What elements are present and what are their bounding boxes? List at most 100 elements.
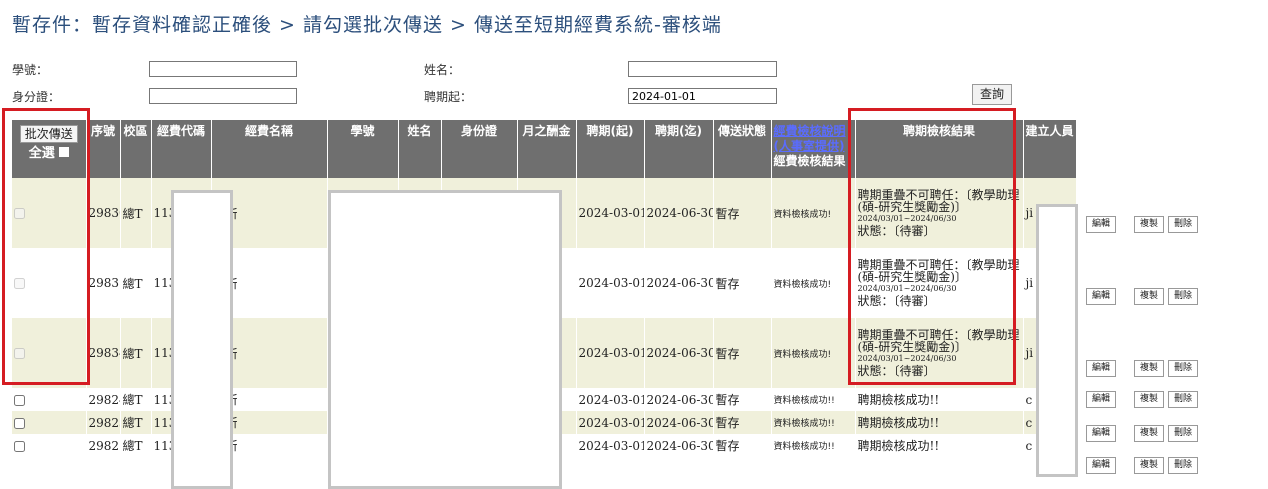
campus-cell: 總T: [120, 434, 152, 457]
hire-start-label: 聘期起：: [424, 90, 473, 104]
hire-start-cell: 2024-03-01: [576, 411, 645, 434]
edit-button[interactable]: 編輯: [1086, 457, 1117, 474]
student-id-input[interactable]: [149, 61, 297, 77]
edit-button[interactable]: 編輯: [1086, 425, 1117, 442]
delete-button[interactable]: 刪除: [1168, 457, 1199, 474]
delete-button[interactable]: 刪除: [1168, 288, 1199, 305]
edit-button[interactable]: 編輯: [1086, 391, 1117, 408]
copy-button[interactable]: 複製: [1134, 288, 1165, 305]
name-input[interactable]: [628, 61, 777, 77]
campus-cell: 總T: [120, 388, 152, 411]
row-select-cell[interactable]: [12, 318, 87, 388]
table-header-row: 批次傳送 全選 序號 校區 經費代碼 經費名稱 學號 姓名 身份證 月之酬金 聘…: [12, 120, 1077, 178]
header-id-card: 身份證: [441, 120, 518, 178]
hire-end-cell: 2024-06-30: [644, 434, 714, 457]
header-student-id: 學號: [327, 120, 399, 178]
row-select-cell[interactable]: [12, 434, 87, 457]
hire-check-status: 狀態：〔待審〕: [857, 364, 936, 378]
campus-cell: 總T: [120, 411, 152, 434]
send-status-cell: 暫存: [713, 411, 772, 434]
hire-start-cell: 2024-03-01: [576, 388, 645, 411]
campus-cell: 總T: [120, 318, 152, 388]
send-status-cell: 暫存: [713, 178, 772, 248]
copy-button[interactable]: 複製: [1134, 360, 1165, 377]
batch-send-button[interactable]: 批次傳送: [19, 125, 78, 143]
id-card-label: 身分證：: [12, 90, 61, 104]
hire-end-cell: 2024-06-30: [644, 248, 714, 318]
header-fund-name: 經費名稱: [211, 120, 328, 178]
name-label: 姓名：: [424, 63, 461, 77]
row-select-cell[interactable]: [12, 388, 87, 411]
copy-button[interactable]: 複製: [1134, 216, 1165, 233]
header-name: 姓名: [398, 120, 442, 178]
row-checkbox[interactable]: [14, 278, 25, 289]
delete-button[interactable]: 刪除: [1168, 216, 1199, 233]
edit-button[interactable]: 編輯: [1086, 216, 1117, 233]
fund-check-cell: 資料檢核成功!: [771, 248, 856, 318]
delete-button[interactable]: 刪除: [1168, 425, 1199, 442]
hire-start-input[interactable]: [628, 88, 777, 104]
copy-button[interactable]: 複製: [1134, 457, 1165, 474]
row-checkbox[interactable]: [14, 394, 25, 406]
hire-start-cell: 2024-03-01: [576, 178, 645, 248]
row-checkbox[interactable]: [14, 440, 25, 452]
id-card-input[interactable]: [149, 88, 297, 104]
hire-check-cell: 聘期重疊不可聘任：〔教學助理 (碩-研究生獎勵金)〕 2024/03/01~20…: [855, 248, 1024, 318]
header-fund-code: 經費代碼: [151, 120, 212, 178]
redaction-block-personal: [328, 190, 562, 489]
fund-check-guide-link[interactable]: 經費檢核說明(人事室提供): [774, 124, 846, 153]
copy-button[interactable]: 複製: [1134, 425, 1165, 442]
header-fund-check: 經費檢核說明(人事室提供) 經費檢核結果: [771, 120, 856, 178]
row-select-cell[interactable]: [12, 178, 87, 248]
hire-end-cell: 2024-06-30: [644, 318, 714, 388]
header-hire-start: 聘期(起): [576, 120, 645, 178]
header-creator: 建立人員: [1023, 120, 1077, 178]
select-column-header: 批次傳送 全選: [12, 120, 87, 178]
copy-button[interactable]: 複製: [1134, 391, 1165, 408]
redaction-block-fund-code: [171, 190, 233, 489]
hire-check-line: (碩-研究生獎勵金)〕: [857, 200, 967, 214]
edit-button[interactable]: 編輯: [1086, 288, 1117, 305]
hire-start-cell: 2024-03-01: [576, 434, 645, 457]
hire-start-cell: 2024-03-01: [576, 318, 645, 388]
row-actions: 編輯 複製 刪除: [1086, 456, 1206, 474]
page-title: 暫存件：暫存資料確認正確後 > 請勾選批次傳送 > 傳送至短期經費系統-審核端: [12, 14, 722, 36]
hire-check-cell: 聘期檢核成功!!: [855, 434, 1024, 457]
header-hire-check: 聘期檢核結果: [855, 120, 1024, 178]
fund-check-cell: 資料檢核成功!!: [771, 411, 856, 434]
row-select-cell[interactable]: [12, 248, 87, 318]
header-monthly-pay: 月之酬金: [517, 120, 577, 178]
row-actions: 編輯 複製 刪除: [1086, 359, 1206, 377]
row-actions: 編輯 複製 刪除: [1086, 424, 1206, 442]
edit-button[interactable]: 編輯: [1086, 360, 1117, 377]
header-hire-end: 聘期(迄): [644, 120, 714, 178]
campus-cell: 總T: [120, 178, 152, 248]
row-select-cell[interactable]: [12, 411, 87, 434]
hire-check-cell: 聘期檢核成功!!: [855, 411, 1024, 434]
delete-button[interactable]: 刪除: [1168, 360, 1199, 377]
row-checkbox[interactable]: [14, 208, 25, 219]
seq-cell: 29821: [86, 434, 121, 457]
row-actions: 編輯 複製 刪除: [1086, 390, 1206, 408]
row-checkbox[interactable]: [14, 417, 25, 429]
header-send-status: 傳送狀態: [713, 120, 772, 178]
select-all-label: 全選: [28, 146, 55, 161]
query-button[interactable]: 查詢: [972, 84, 1012, 105]
hire-check-cell: 聘期重疊不可聘任：〔教學助理 (碩-研究生獎勵金)〕 2024/03/01~20…: [855, 318, 1024, 388]
hire-end-cell: 2024-06-30: [644, 388, 714, 411]
seq-cell: 29824: [86, 388, 121, 411]
seq-cell: 29835: [86, 248, 121, 318]
select-all-toggle[interactable]: 全選: [29, 146, 69, 161]
hire-check-cell: 聘期檢核成功!!: [855, 388, 1024, 411]
select-all-checkbox[interactable]: [58, 147, 69, 157]
delete-button[interactable]: 刪除: [1168, 391, 1199, 408]
send-status-cell: 暫存: [713, 434, 772, 457]
seq-cell: 29834: [86, 318, 121, 388]
header-campus: 校區: [120, 120, 152, 178]
hire-end-cell: 2024-06-30: [644, 411, 714, 434]
fund-check-cell: 資料檢核成功!: [771, 178, 856, 248]
row-checkbox[interactable]: [14, 348, 25, 359]
fund-check-result-label: 經費檢核結果: [773, 154, 846, 168]
redaction-block-creator: [1036, 204, 1078, 477]
fund-check-cell: 資料檢核成功!!: [771, 388, 856, 411]
